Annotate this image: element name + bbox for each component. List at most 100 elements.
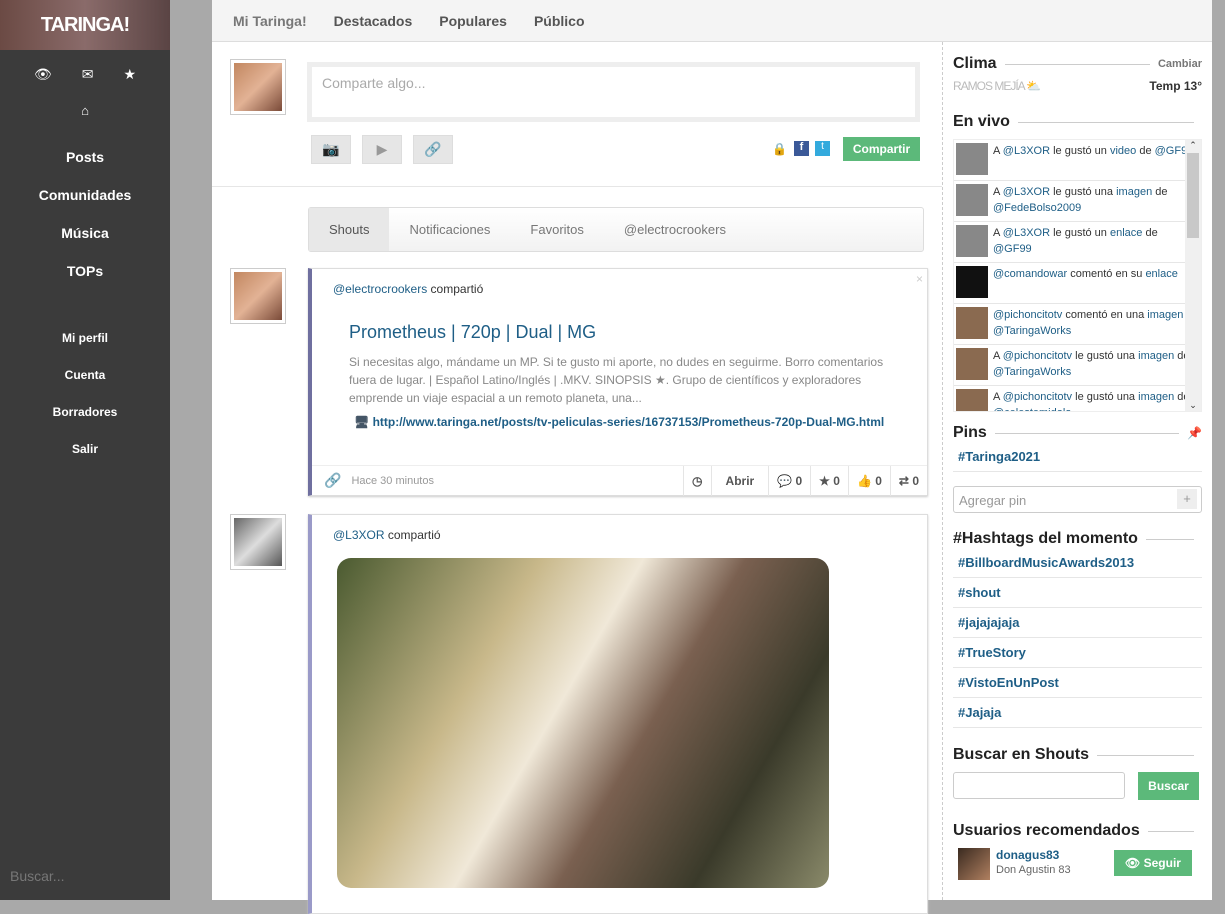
eye-icon: 👁 (1125, 856, 1141, 870)
live-text: comentó en su (1067, 268, 1146, 280)
nav-borradores[interactable]: Borradores (0, 394, 170, 431)
post-image[interactable] (337, 558, 829, 888)
live-text: de (1142, 227, 1158, 239)
live-item: A @L3XOR le gustó un video de @GF99 (954, 140, 1201, 181)
live-link[interactable]: @TaringaWorks (993, 366, 1071, 378)
camera-icon[interactable]: 📷 (311, 135, 351, 164)
lock-icon[interactable]: 🔒 (772, 142, 787, 156)
live-link[interactable]: @comandowar (993, 268, 1067, 280)
post-action: compartió (384, 528, 441, 542)
post-user[interactable]: @L3XOR (333, 528, 385, 542)
live-link[interactable]: enlace (1110, 227, 1142, 239)
live-link[interactable]: enlace (1145, 268, 1177, 280)
live-link[interactable]: imagen (1138, 350, 1174, 362)
follow-button[interactable]: 👁 Seguir (1114, 850, 1192, 876)
tab-favoritos[interactable]: Favoritos (510, 208, 603, 251)
hashtag-item[interactable]: #shout (953, 578, 1202, 608)
pin-item[interactable]: #Taringa2021 (953, 442, 1202, 472)
user-avatar[interactable] (958, 848, 990, 880)
star-icon[interactable]: ★ (123, 66, 136, 83)
live-link[interactable]: @GF99 (993, 243, 1032, 255)
weather-temp: Temp 13° (1149, 79, 1202, 93)
compose-input[interactable]: Comparte algo... (307, 62, 920, 122)
live-avatar[interactable] (956, 307, 988, 339)
live-avatar[interactable] (956, 225, 988, 257)
nav-tops[interactable]: TOPs (0, 252, 170, 290)
live-link[interactable]: @pichoncitotv (1003, 391, 1072, 403)
share-button[interactable]: Compartir (843, 137, 920, 161)
live-scrollbar[interactable]: ⌃ ⌄ (1185, 140, 1201, 411)
twitter-icon[interactable]: t (815, 141, 830, 156)
link-icon[interactable]: 🔗 (413, 135, 453, 164)
post-url[interactable]: http://www.taringa.net/posts/tv-pelicula… (373, 415, 885, 429)
hashtag-item[interactable]: #Jajaja (953, 698, 1202, 728)
post-avatar[interactable] (230, 514, 286, 570)
tab-mi-taringa[interactable]: Mi Taringa! (233, 13, 307, 29)
logo[interactable]: TARINGA! (0, 0, 170, 50)
pins-title: Pins (953, 424, 987, 441)
close-icon[interactable]: × (916, 272, 923, 286)
video-icon[interactable]: ▶ (362, 135, 402, 164)
live-link[interactable]: @FedeBolso2009 (993, 202, 1081, 214)
live-text: le gustó un (1050, 227, 1110, 239)
live-link[interactable]: video (1110, 145, 1136, 157)
hashtag-item[interactable]: #BillboardMusicAwards2013 (953, 548, 1202, 578)
favorite-button[interactable]: ★ 0 (810, 465, 848, 496)
live-avatar[interactable] (956, 266, 988, 298)
post-title[interactable]: Prometheus | 720p | Dual | MG (349, 322, 927, 343)
live-link[interactable]: @L3XOR (1003, 145, 1050, 157)
comments-button[interactable]: 💬 0 (768, 465, 810, 496)
live-link[interactable]: @L3XOR (1003, 186, 1050, 198)
live-link[interactable]: imagen (1147, 309, 1183, 321)
nav-mi-perfil[interactable]: Mi perfil (0, 320, 170, 357)
plus-icon[interactable]: + (1177, 489, 1197, 509)
live-avatar[interactable] (956, 389, 988, 411)
live-link[interactable]: @TaringaWorks (993, 325, 1071, 337)
change-weather-link[interactable]: Cambiar (1158, 58, 1202, 70)
live-avatar[interactable] (956, 184, 988, 216)
post-user[interactable]: @electrocrookers (333, 282, 427, 296)
live-link[interactable]: @pichoncitotv (993, 309, 1062, 321)
live-link[interactable]: @L3XOR (1003, 227, 1050, 239)
eye-icon[interactable]: 👁 (34, 66, 52, 83)
mail-icon[interactable]: ✉ (82, 66, 94, 83)
home-icon[interactable]: ⌂ (0, 103, 170, 118)
tab-populares[interactable]: Populares (439, 13, 507, 29)
live-avatar[interactable] (956, 348, 988, 380)
nav-posts[interactable]: Posts (0, 138, 170, 176)
right-sidebar: Clima Cambiar RAMOS MEJÍA ⛅ Temp 13° En v… (942, 42, 1212, 900)
facebook-icon[interactable]: f (794, 141, 809, 156)
hashtag-item[interactable]: #jajajajaja (953, 608, 1202, 638)
nav-cuenta[interactable]: Cuenta (0, 357, 170, 394)
user-avatar[interactable] (230, 59, 286, 115)
live-avatar[interactable] (956, 143, 988, 175)
live-link[interactable]: imagen (1116, 186, 1152, 198)
nav-musica[interactable]: Música (0, 214, 170, 252)
live-link[interactable]: @celestemidolo (993, 407, 1071, 411)
user-name[interactable]: donagus83 (996, 848, 1071, 862)
like-button[interactable]: 👍 0 (847, 465, 890, 496)
sidebar: TARINGA! 👁 ✉ ★ ⌂ Posts Comunidades Músic… (0, 0, 170, 900)
hashtag-item[interactable]: #VistoEnUnPost (953, 668, 1202, 698)
search-button[interactable]: Buscar (1138, 772, 1199, 800)
live-item: @pichoncitotv comentó en una imagen de @… (954, 304, 1201, 345)
live-link[interactable]: @pichoncitotv (1003, 350, 1072, 362)
add-pin-input[interactable]: Agregar pin + (953, 486, 1202, 513)
shout-search-input[interactable] (953, 772, 1125, 799)
nav-comunidades[interactable]: Comunidades (0, 176, 170, 214)
open-button[interactable]: Abrir (710, 465, 769, 496)
live-link[interactable]: imagen (1138, 391, 1174, 403)
reshare-button[interactable]: ⇄ 0 (889, 465, 927, 496)
nav-salir[interactable]: Salir (0, 431, 170, 468)
live-item: A @pichoncitotv le gustó una imagen de @… (954, 386, 1201, 411)
hashtag-item[interactable]: #TrueStory (953, 638, 1202, 668)
tab-notificaciones[interactable]: Notificaciones (389, 208, 510, 251)
feed-tabs: Shouts Notificaciones Favoritos @electro… (308, 207, 924, 252)
sidebar-search-input[interactable]: Buscar... (10, 868, 64, 884)
tab-shouts[interactable]: Shouts (309, 208, 390, 251)
tab-destacados[interactable]: Destacados (334, 13, 413, 29)
scroll-up-icon: ⌃ (1189, 140, 1197, 150)
tab-publico[interactable]: Público (534, 13, 585, 29)
post-avatar[interactable] (230, 268, 286, 324)
tab-user[interactable]: @electrocrookers (604, 208, 746, 251)
